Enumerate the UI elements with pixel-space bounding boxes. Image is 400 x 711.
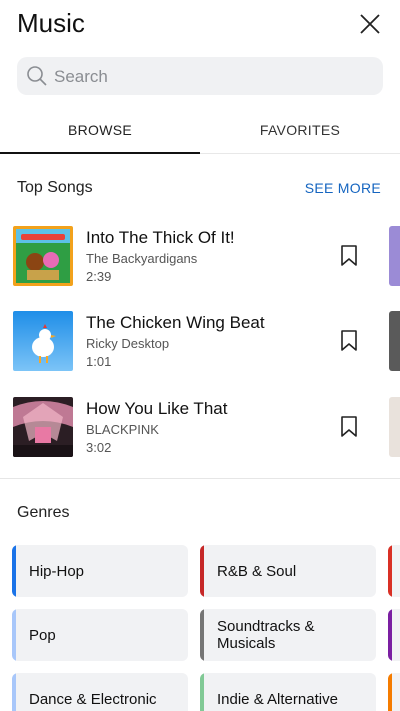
tab-favorites[interactable]: FAVORITES [200, 110, 400, 154]
tab-bar: BROWSE FAVORITES [0, 110, 400, 154]
genre-tile-soundtracks-musicals[interactable]: Soundtracks & Musicals [200, 609, 376, 661]
album-art [13, 397, 73, 457]
song-artist: Ricky Desktop [86, 336, 170, 351]
genre-tile-hip-hop[interactable]: Hip-Hop [12, 545, 188, 597]
next-card-peek [389, 226, 400, 286]
next-card-peek [389, 311, 400, 371]
next-card-peek [389, 397, 400, 457]
bookmark-icon[interactable] [340, 245, 358, 267]
song-title: The Chicken Wing Beat [86, 313, 265, 332]
genre-color-bar [12, 545, 16, 597]
top-songs-heading: Top Songs [17, 179, 93, 196]
genre-tile-indie-alternative[interactable]: Indie & Alternative [200, 673, 376, 711]
search-placeholder: Search [54, 67, 108, 86]
song-row[interactable]: How You Like That BLACKPINK 3:02 [0, 397, 400, 467]
genre-label: Pop [29, 626, 56, 644]
search-icon [26, 65, 48, 87]
song-duration: 2:39 [86, 269, 112, 284]
song-artist: The Backyardigans [86, 251, 198, 266]
album-art [13, 311, 73, 371]
song-duration: 1:01 [86, 354, 112, 369]
genre-color-bar [12, 609, 16, 661]
genre-label: Dance & Electronic [29, 690, 157, 708]
album-art [13, 226, 73, 286]
genre-label: Indie & Alternative [217, 690, 338, 708]
genre-color-bar [388, 673, 392, 711]
genre-tile-peek [388, 545, 400, 597]
genre-tile-dance-electronic[interactable]: Dance & Electronic [12, 673, 188, 711]
search-input[interactable]: Search [17, 57, 383, 95]
song-title: Into The Thick Of It! [86, 228, 235, 247]
genre-color-bar [200, 609, 204, 661]
song-artist: BLACKPINK [86, 422, 159, 437]
genre-label: R&B & Soul [217, 562, 297, 580]
song-title: How You Like That [86, 399, 228, 418]
song-duration: 3:02 [86, 440, 112, 455]
genre-label: Soundtracks & Musicals [217, 618, 315, 652]
bookmark-icon[interactable] [340, 416, 358, 438]
genre-tile-peek [388, 609, 400, 661]
tab-browse[interactable]: BROWSE [0, 110, 200, 154]
genre-color-bar [200, 673, 204, 711]
song-row[interactable]: The Chicken Wing Beat Ricky Desktop 1:01 [0, 311, 400, 381]
genre-color-bar [388, 545, 392, 597]
genre-color-bar [12, 673, 16, 711]
see-more-button[interactable]: SEE MORE [305, 180, 381, 196]
genre-tile-rnb-soul[interactable]: R&B & Soul [200, 545, 376, 597]
genre-tile-peek [388, 673, 400, 711]
close-icon[interactable] [358, 12, 382, 36]
song-row[interactable]: Into The Thick Of It! The Backyardigans … [0, 226, 400, 296]
bookmark-icon[interactable] [340, 330, 358, 352]
section-divider [0, 478, 400, 479]
genre-tile-pop[interactable]: Pop [12, 609, 188, 661]
header: Music [0, 0, 400, 50]
page-title: Music [17, 8, 85, 38]
genre-color-bar [200, 545, 204, 597]
genres-heading: Genres [17, 504, 70, 521]
genre-label: Hip-Hop [29, 562, 85, 580]
genre-color-bar [388, 609, 392, 661]
